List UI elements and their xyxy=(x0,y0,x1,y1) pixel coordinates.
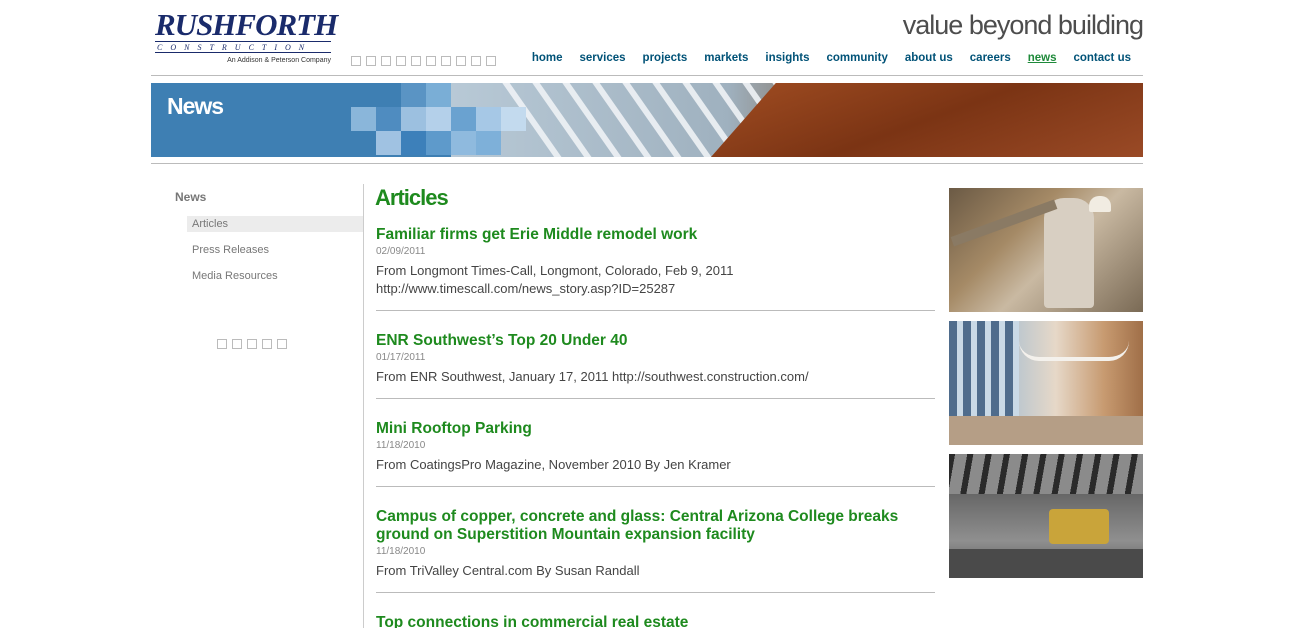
pixel-block xyxy=(501,107,526,131)
nav-news[interactable]: news xyxy=(1028,52,1057,64)
article-date: 01/17/2011 xyxy=(376,352,426,363)
construction-site-photo xyxy=(949,454,1143,578)
sidebar-item-press-releases[interactable]: Press Releases xyxy=(187,242,363,258)
atrium-photo xyxy=(949,321,1143,445)
article-title-link[interactable]: Campus of copper, concrete and glass: Ce… xyxy=(376,508,935,544)
sidebar-title: News xyxy=(175,190,207,204)
article-title-link[interactable]: Top connections in commercial real estat… xyxy=(376,614,935,628)
square-icon xyxy=(486,56,496,66)
square-icon xyxy=(247,339,257,349)
pixel-block xyxy=(401,131,426,155)
article-summary: From CoatingsPro Magazine, November 2010… xyxy=(376,457,731,472)
pixel-block xyxy=(376,131,401,155)
company-logo[interactable]: RUSHFORTH CONSTRUCTION An Addison & Pete… xyxy=(155,7,338,68)
forklift-shape xyxy=(1049,509,1109,544)
article-summary: From Longmont Times-Call, Longmont, Colo… xyxy=(376,263,734,296)
nav-home[interactable]: home xyxy=(532,52,563,64)
square-icon xyxy=(471,56,481,66)
floor-shape xyxy=(949,416,1143,445)
hard-hat-shape xyxy=(1089,196,1111,212)
nav-projects[interactable]: projects xyxy=(643,52,688,64)
article-summary: From TriValley Central.com By Susan Rand… xyxy=(376,563,640,578)
page-container: RUSHFORTH CONSTRUCTION An Addison & Pete… xyxy=(151,0,1144,628)
sidebar-item-articles[interactable]: Articles xyxy=(187,216,363,232)
worker-figure xyxy=(1044,198,1094,308)
article-divider xyxy=(376,592,935,593)
pixel-block xyxy=(401,107,426,131)
square-icon xyxy=(232,339,242,349)
square-icon xyxy=(396,56,406,66)
sidebar-divider xyxy=(363,184,364,628)
main-nav: home services projects markets insights … xyxy=(532,52,1131,64)
square-icon xyxy=(366,56,376,66)
worker-photo xyxy=(949,188,1143,312)
banner-title: News xyxy=(167,93,224,119)
pixel-block xyxy=(426,131,451,155)
article-divider xyxy=(376,398,935,399)
article-divider xyxy=(376,310,935,311)
square-icon xyxy=(217,339,227,349)
square-icon xyxy=(351,56,361,66)
square-icon xyxy=(262,339,272,349)
article-summary: From ENR Southwest, January 17, 2011 htt… xyxy=(376,369,809,384)
pixel-block xyxy=(376,107,401,131)
article-title-link[interactable]: ENR Southwest’s Top 20 Under 40 xyxy=(376,332,935,350)
roof-trusses xyxy=(949,454,1143,494)
header-divider xyxy=(151,75,1143,76)
article-item: Campus of copper, concrete and glass: Ce… xyxy=(376,508,935,580)
pixel-block xyxy=(426,107,451,131)
pixel-block xyxy=(476,131,501,155)
pixel-block xyxy=(426,83,451,107)
square-icon xyxy=(441,56,451,66)
nav-careers[interactable]: careers xyxy=(970,52,1011,64)
square-icon xyxy=(456,56,466,66)
nav-insights[interactable]: insights xyxy=(765,52,809,64)
pixel-block xyxy=(451,107,476,131)
article-item: Familiar firms get Erie Middle remodel w… xyxy=(376,226,935,298)
article-item: Top connections in commercial real estat… xyxy=(376,614,935,628)
square-icon xyxy=(411,56,421,66)
nav-contact-us[interactable]: contact us xyxy=(1073,52,1131,64)
decorative-squares xyxy=(351,56,496,66)
chute-shape xyxy=(950,199,1058,247)
article-divider xyxy=(376,486,935,487)
sidebar-squares xyxy=(217,339,287,349)
logo-tagline: An Addison & Peterson Company xyxy=(227,57,331,64)
page-banner: News xyxy=(151,83,1143,157)
logo-wordmark: RUSHFORTH xyxy=(155,7,338,42)
logo-subtitle: CONSTRUCTION xyxy=(155,41,331,53)
article-title-link[interactable]: Mini Rooftop Parking xyxy=(376,420,935,438)
article-item: Mini Rooftop Parking 11/18/2010 From Coa… xyxy=(376,420,935,474)
pixel-block xyxy=(351,107,376,131)
balcony-curve xyxy=(1019,341,1129,361)
square-icon xyxy=(277,339,287,349)
square-icon xyxy=(381,56,391,66)
pixel-block xyxy=(401,83,426,107)
site-tagline: value beyond building xyxy=(902,10,1144,40)
article-date: 02/09/2011 xyxy=(376,246,426,257)
pixel-block xyxy=(451,131,476,155)
nav-markets[interactable]: markets xyxy=(704,52,748,64)
article-item: ENR Southwest’s Top 20 Under 40 01/17/20… xyxy=(376,332,935,386)
article-date: 11/18/2010 xyxy=(376,440,426,451)
nav-community[interactable]: community xyxy=(827,52,888,64)
article-date: 11/18/2010 xyxy=(376,546,426,557)
nav-services[interactable]: services xyxy=(580,52,626,64)
article-title-link[interactable]: Familiar firms get Erie Middle remodel w… xyxy=(376,226,935,244)
page-title: Articles xyxy=(375,185,449,210)
ground-shape xyxy=(949,549,1143,578)
pixel-block xyxy=(476,107,501,131)
nav-about-us[interactable]: about us xyxy=(905,52,953,64)
sidebar-item-media-resources[interactable]: Media Resources xyxy=(187,268,363,284)
copper-panel xyxy=(711,83,1143,157)
square-icon xyxy=(426,56,436,66)
banner-divider xyxy=(151,163,1143,164)
